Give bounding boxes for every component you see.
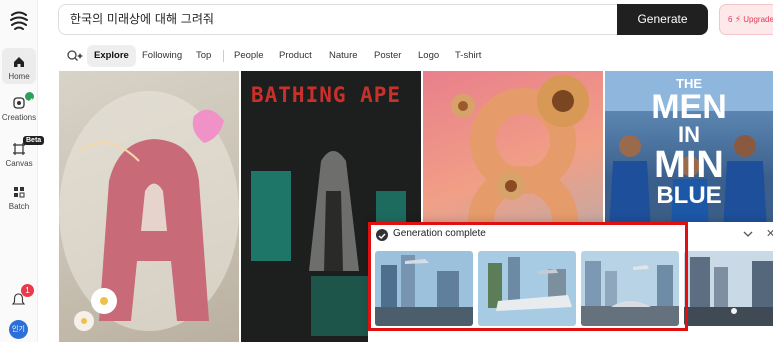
creations-check-badge (24, 91, 35, 104)
sidebar-item-label: Creations (1, 113, 37, 122)
app-window: Home Creations Canvas Beta Batch 1 인기 Ge… (0, 0, 773, 342)
close-icon[interactable]: ✕ (766, 227, 773, 240)
tab-explore[interactable]: Explore (87, 45, 136, 67)
furry-letter-image (59, 91, 239, 331)
search-filter-icon[interactable] (66, 49, 84, 63)
future-city-car-image (581, 251, 679, 326)
check-circle-icon (376, 229, 388, 241)
generation-panel-title: Generation complete (393, 228, 486, 239)
title-line: MIN (654, 144, 724, 186)
prompt-input[interactable] (70, 11, 600, 25)
sidebar-item-canvas[interactable]: Canvas (0, 142, 38, 168)
future-city-image (375, 251, 473, 326)
tab-logo[interactable]: Logo (418, 45, 439, 67)
men-in-blue-title: THE MEN IN MIN BLUE (605, 77, 773, 208)
generated-thumbnail-1[interactable] (375, 251, 473, 326)
tab-people[interactable]: People (234, 45, 264, 67)
tab-poster[interactable]: Poster (374, 45, 401, 67)
sidebar-item-home[interactable]: Home (0, 55, 38, 81)
generated-thumbnail-3[interactable] (581, 251, 679, 326)
upgrade-button[interactable]: 6 ⚡ Upgrade (719, 4, 773, 35)
title-line: BLUE (656, 182, 722, 209)
bathing-ape-title: BATHING APE (251, 83, 402, 107)
generation-complete-panel: Generation complete ✕ (368, 222, 773, 342)
tab-nature[interactable]: Nature (329, 45, 358, 67)
batch-icon (14, 187, 25, 198)
future-city-train-image (478, 251, 576, 326)
avatar[interactable]: 인기 (9, 320, 28, 339)
upgrade-label: Upgrade (743, 15, 773, 24)
title-line: MEN (651, 88, 727, 126)
generated-thumbnail-4[interactable] (684, 251, 773, 326)
tab-following[interactable]: Following (142, 45, 182, 67)
generated-thumbnail-2[interactable] (478, 251, 576, 326)
sidebar: Home Creations Canvas Beta Batch 1 인기 (0, 0, 45, 342)
title-line: IN (678, 122, 700, 147)
tab-product[interactable]: Product (279, 45, 312, 67)
generation-panel-header[interactable]: Generation complete ✕ (368, 222, 773, 248)
tab-top[interactable]: Top (196, 45, 211, 67)
app-logo-icon[interactable] (8, 10, 30, 32)
tab-divider (223, 50, 224, 62)
lightning-icon: ⚡ (734, 14, 742, 24)
sidebar-item-batch[interactable]: Batch (0, 185, 38, 211)
beta-badge: Beta (23, 136, 45, 145)
sidebar-item-label: Home (8, 72, 30, 81)
future-city-street-image (684, 251, 773, 326)
chevron-down-icon[interactable] (742, 228, 754, 240)
tab-tshirt[interactable]: T-shirt (455, 45, 481, 67)
sidebar-item-label: Canvas (5, 159, 33, 168)
upgrade-count: 6 (728, 15, 733, 24)
sidebar-item-label: Batch (8, 202, 30, 211)
filter-tabs: Explore Following Top People Product Nat… (62, 45, 773, 67)
gallery-item-furry-letter[interactable] (59, 71, 239, 342)
notification-count-badge: 1 (21, 284, 34, 297)
home-icon (14, 57, 24, 67)
generate-button[interactable]: Generate (617, 4, 708, 35)
